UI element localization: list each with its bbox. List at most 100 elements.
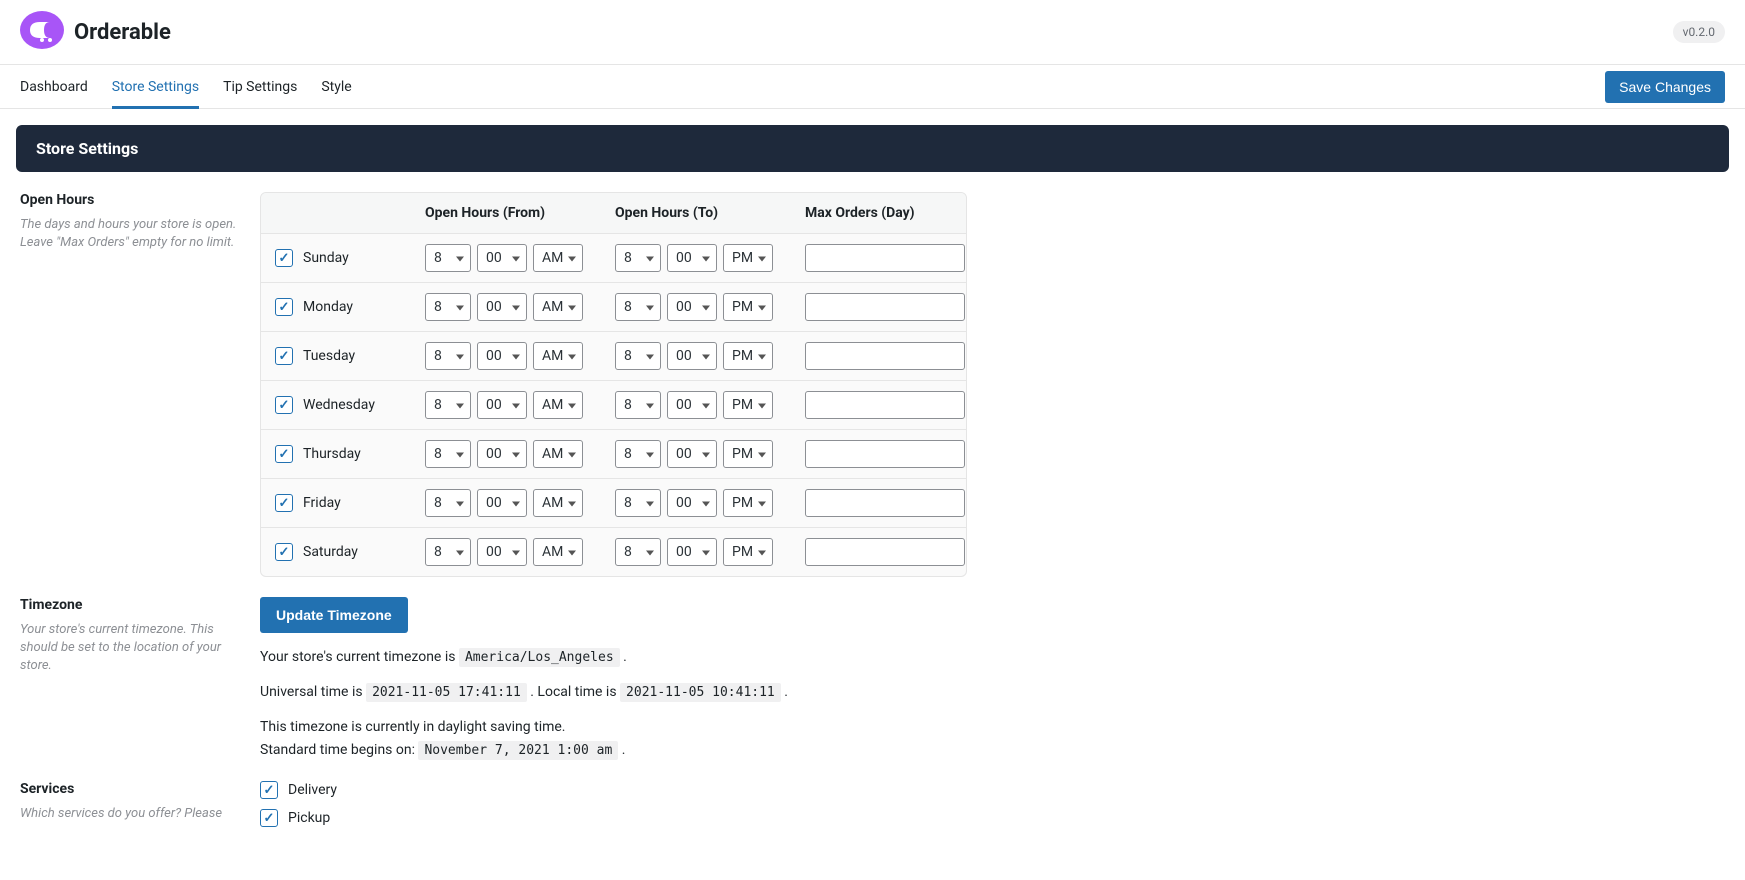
hours-row: Sunday800AM800PM — [261, 234, 966, 283]
from-minute-select[interactable]: 00 — [477, 293, 527, 321]
from-minute-select[interactable]: 00 — [477, 538, 527, 566]
to-period-select[interactable]: PM — [723, 391, 773, 419]
service-label: Pickup — [288, 810, 330, 826]
to-period-select[interactable]: PM — [723, 244, 773, 272]
header-max: Max Orders (Day) — [791, 193, 966, 233]
day-checkbox[interactable] — [275, 445, 293, 463]
from-period-select[interactable]: AM — [533, 489, 583, 517]
timezone-line-std: Standard time begins on: November 7, 202… — [260, 740, 788, 761]
max-orders-input[interactable] — [805, 391, 965, 419]
hours-row: Tuesday800AM800PM — [261, 332, 966, 381]
day-label: Sunday — [303, 250, 349, 266]
to-hour-select[interactable]: 8 — [615, 293, 661, 321]
to-minute-select[interactable]: 00 — [667, 244, 717, 272]
from-minute-select[interactable]: 00 — [477, 244, 527, 272]
header-to: Open Hours (To) — [601, 193, 791, 233]
tab-store-settings[interactable]: Store Settings — [112, 65, 199, 108]
from-hour-select[interactable]: 8 — [425, 538, 471, 566]
from-period-select[interactable]: AM — [533, 244, 583, 272]
save-changes-button[interactable]: Save Changes — [1605, 71, 1725, 103]
to-minute-select[interactable]: 00 — [667, 489, 717, 517]
tz-line1-pre: Your store's current timezone is — [260, 649, 459, 665]
to-minute-select[interactable]: 00 — [667, 538, 717, 566]
to-period-select[interactable]: PM — [723, 489, 773, 517]
from-minute-select[interactable]: 00 — [477, 342, 527, 370]
max-orders-input[interactable] — [805, 538, 965, 566]
hours-row: Saturday800AM800PM — [261, 528, 966, 576]
to-period-select[interactable]: PM — [723, 440, 773, 468]
tz-period3: . — [618, 742, 625, 758]
service-checkbox[interactable] — [260, 809, 278, 827]
to-minute-select[interactable]: 00 — [667, 440, 717, 468]
from-hour-select[interactable]: 8 — [425, 293, 471, 321]
to-minute-select[interactable]: 00 — [667, 293, 717, 321]
service-item: Pickup — [260, 809, 337, 827]
from-minute-select[interactable]: 00 — [477, 440, 527, 468]
day-checkbox[interactable] — [275, 396, 293, 414]
from-period-select[interactable]: AM — [533, 440, 583, 468]
day-checkbox[interactable] — [275, 298, 293, 316]
open-hours-header-row: Open Hours (From) Open Hours (To) Max Or… — [261, 193, 966, 234]
day-label: Friday — [303, 495, 341, 511]
hours-row: Friday800AM800PM — [261, 479, 966, 528]
tz-local-value: 2021-11-05 10:41:11 — [620, 683, 781, 702]
timezone-title: Timezone — [20, 597, 240, 613]
day-label: Thursday — [303, 446, 361, 462]
to-hour-select[interactable]: 8 — [615, 391, 661, 419]
tab-dashboard[interactable]: Dashboard — [20, 65, 88, 108]
from-period-select[interactable]: AM — [533, 293, 583, 321]
from-hour-select[interactable]: 8 — [425, 440, 471, 468]
max-orders-input[interactable] — [805, 342, 965, 370]
service-label: Delivery — [288, 782, 337, 798]
to-hour-select[interactable]: 8 — [615, 244, 661, 272]
section-services: Services Which services do you offer? Pl… — [20, 781, 1725, 837]
max-orders-input[interactable] — [805, 440, 965, 468]
day-label: Monday — [303, 299, 353, 315]
timezone-line-current: Your store's current timezone is America… — [260, 647, 788, 668]
version-badge: v0.2.0 — [1673, 21, 1725, 43]
header-from: Open Hours (From) — [411, 193, 601, 233]
day-checkbox[interactable] — [275, 347, 293, 365]
to-hour-select[interactable]: 8 — [615, 440, 661, 468]
to-minute-select[interactable]: 00 — [667, 391, 717, 419]
update-timezone-button[interactable]: Update Timezone — [260, 597, 408, 633]
from-hour-select[interactable]: 8 — [425, 489, 471, 517]
from-hour-select[interactable]: 8 — [425, 342, 471, 370]
to-hour-select[interactable]: 8 — [615, 538, 661, 566]
day-checkbox[interactable] — [275, 543, 293, 561]
section-open-hours: Open Hours The days and hours your store… — [20, 192, 1725, 577]
services-title: Services — [20, 781, 240, 797]
to-period-select[interactable]: PM — [723, 538, 773, 566]
app-header: Orderable v0.2.0 — [0, 0, 1745, 65]
from-minute-select[interactable]: 00 — [477, 489, 527, 517]
open-hours-table: Open Hours (From) Open Hours (To) Max Or… — [260, 192, 967, 577]
from-period-select[interactable]: AM — [533, 391, 583, 419]
max-orders-input[interactable] — [805, 244, 965, 272]
page-title: Store Settings — [36, 139, 1709, 158]
tab-tip-settings[interactable]: Tip Settings — [223, 65, 297, 108]
from-hour-select[interactable]: 8 — [425, 244, 471, 272]
to-period-select[interactable]: PM — [723, 293, 773, 321]
tab-style[interactable]: Style — [321, 65, 351, 108]
to-hour-select[interactable]: 8 — [615, 342, 661, 370]
day-label: Wednesday — [303, 397, 375, 413]
from-hour-select[interactable]: 8 — [425, 391, 471, 419]
max-orders-input[interactable] — [805, 489, 965, 517]
to-period-select[interactable]: PM — [723, 342, 773, 370]
from-minute-select[interactable]: 00 — [477, 391, 527, 419]
brand-logo-icon — [20, 10, 64, 54]
max-orders-input[interactable] — [805, 293, 965, 321]
open-hours-title: Open Hours — [20, 192, 240, 208]
section-timezone: Timezone Your store's current timezone. … — [20, 597, 1725, 761]
tz-period2: . — [781, 684, 788, 700]
from-period-select[interactable]: AM — [533, 538, 583, 566]
open-hours-desc: The days and hours your store is open. L… — [20, 216, 240, 252]
hours-row: Monday800AM800PM — [261, 283, 966, 332]
to-minute-select[interactable]: 00 — [667, 342, 717, 370]
from-period-select[interactable]: AM — [533, 342, 583, 370]
service-checkbox[interactable] — [260, 781, 278, 799]
day-checkbox[interactable] — [275, 494, 293, 512]
hours-row: Wednesday800AM800PM — [261, 381, 966, 430]
to-hour-select[interactable]: 8 — [615, 489, 661, 517]
day-checkbox[interactable] — [275, 249, 293, 267]
